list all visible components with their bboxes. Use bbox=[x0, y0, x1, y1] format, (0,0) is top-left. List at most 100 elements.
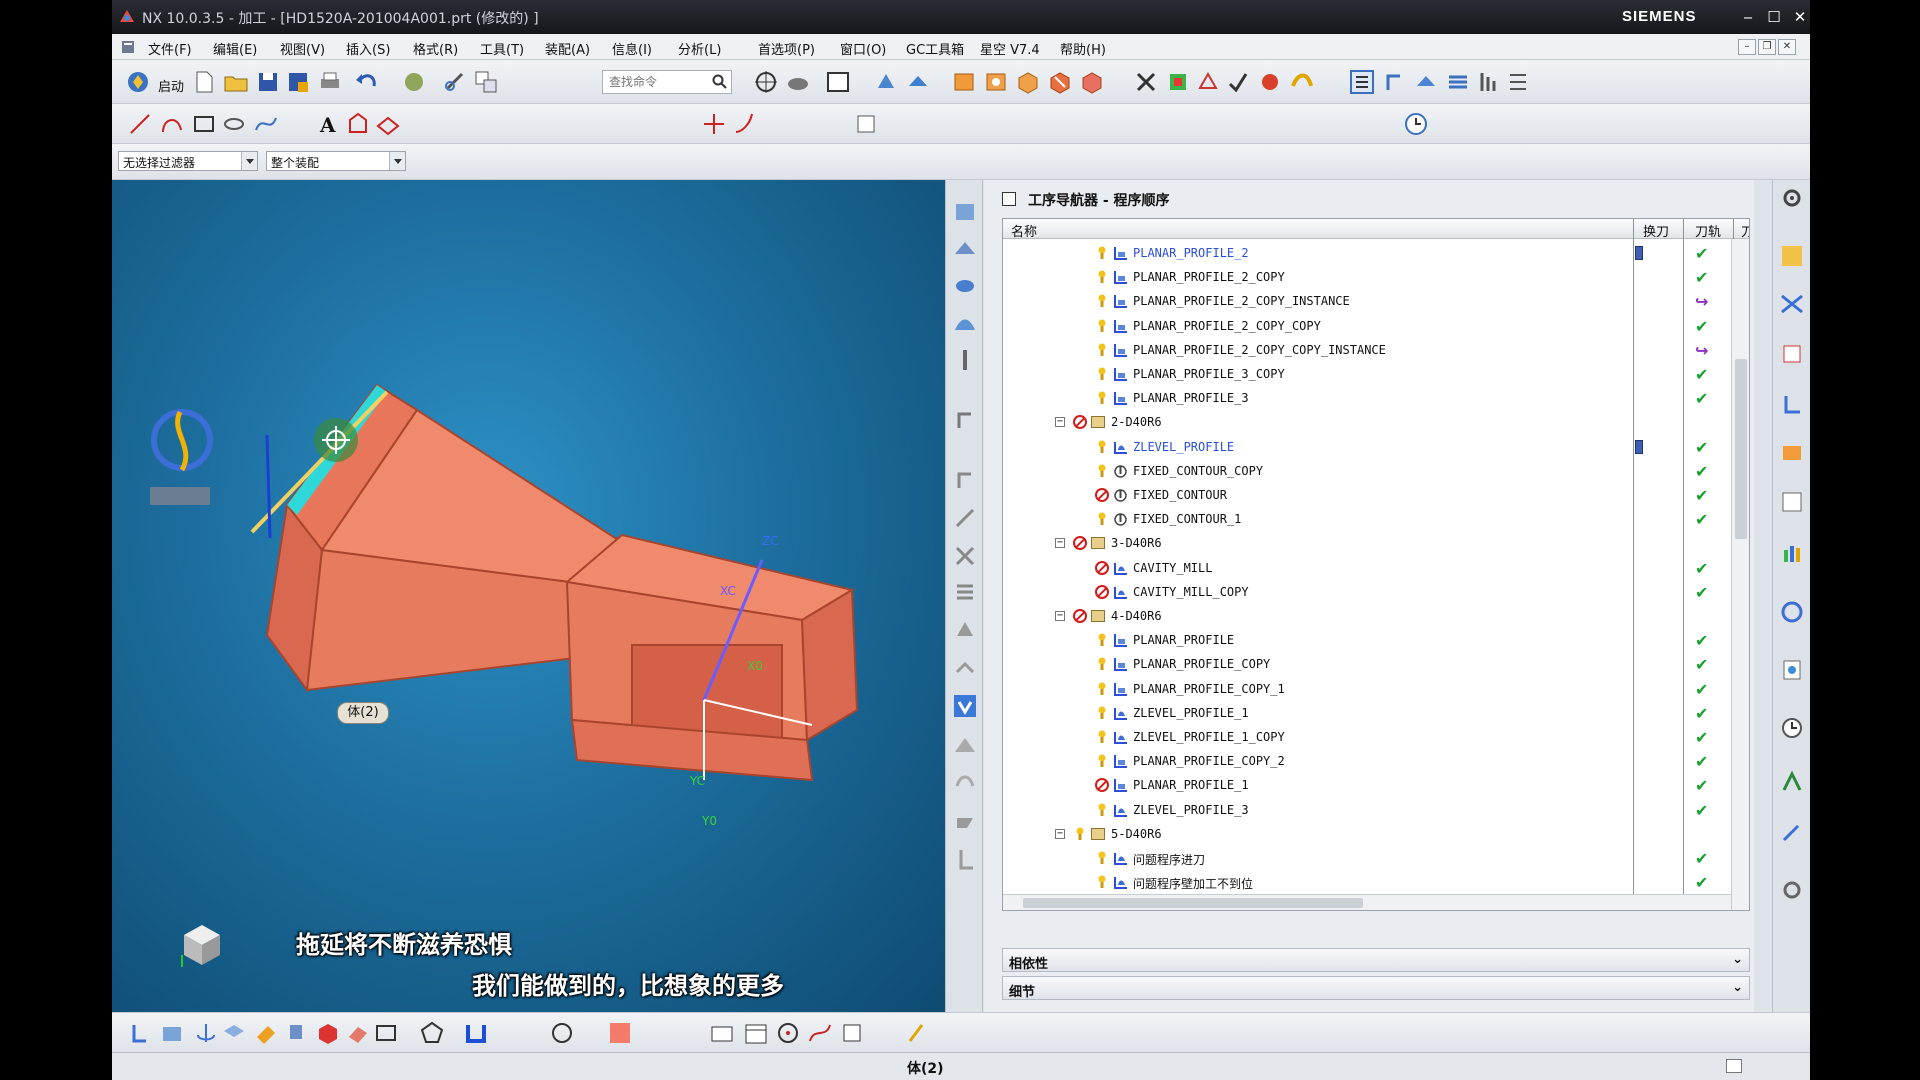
tool-path-edit-icon[interactable] bbox=[951, 406, 979, 434]
menu-format[interactable]: 格式(R) bbox=[413, 39, 458, 58]
arc-icon[interactable] bbox=[158, 110, 186, 138]
new-file-icon[interactable] bbox=[190, 68, 218, 96]
menu-info[interactable]: 信息(I) bbox=[612, 39, 652, 58]
simulate-icon[interactable] bbox=[1256, 68, 1284, 96]
reuse-library-tab-icon[interactable] bbox=[1778, 438, 1806, 466]
offset-curve-icon[interactable] bbox=[344, 110, 372, 138]
link-icon[interactable] bbox=[442, 68, 470, 96]
project-curve-icon[interactable] bbox=[374, 110, 402, 138]
solid-body-icon[interactable] bbox=[314, 1019, 342, 1047]
menu-assembly[interactable]: 装配(A) bbox=[545, 39, 590, 58]
app-menu-icon[interactable] bbox=[120, 39, 136, 55]
operation-row[interactable]: FIXED_CONTOUR_COPY ✔ bbox=[1003, 459, 1731, 483]
menu-window[interactable]: 窗口(O) bbox=[840, 39, 886, 58]
calendar-icon[interactable] bbox=[742, 1019, 770, 1047]
geometry-view-icon[interactable] bbox=[1412, 68, 1440, 96]
save-icon[interactable] bbox=[254, 68, 282, 96]
menu-gc-toolbox[interactable]: GC工具箱 bbox=[906, 39, 964, 58]
sheet-body-icon[interactable] bbox=[344, 1019, 372, 1047]
operation-row[interactable]: FIXED_CONTOUR ✔ bbox=[1003, 483, 1731, 507]
tree-horizontal-scrollbar[interactable] bbox=[1003, 894, 1731, 910]
machine-tool-view-icon[interactable] bbox=[1380, 68, 1408, 96]
tool-path-check-icon[interactable] bbox=[951, 654, 979, 682]
verify-icon[interactable] bbox=[1224, 68, 1252, 96]
operation-row[interactable]: 问题程序壁加工不到位 ✔ bbox=[1003, 870, 1731, 894]
target-icon[interactable] bbox=[774, 1019, 802, 1047]
menu-view[interactable]: 视图(V) bbox=[280, 39, 325, 58]
operation-row[interactable]: PLANAR_PROFILE_COPY ✔ bbox=[1003, 652, 1731, 676]
tree-vertical-scrollbar[interactable] bbox=[1731, 239, 1749, 910]
operation-row[interactable]: PLANAR_PROFILE_2 ✔ bbox=[1003, 241, 1731, 265]
sphere-icon[interactable] bbox=[400, 68, 428, 96]
column-header-toolchange[interactable]: 换刀 bbox=[1643, 221, 1669, 240]
status-indicator-icon[interactable] bbox=[1726, 1059, 1742, 1073]
part-model[interactable]: XC YC ZC X0 Y0 bbox=[112, 180, 945, 1012]
minimize-button[interactable]: ‒ bbox=[1736, 6, 1760, 28]
mdi-minimize-button[interactable]: – bbox=[1738, 39, 1756, 55]
stamp-icon[interactable] bbox=[282, 1019, 310, 1047]
program-group-row[interactable]: − 3-D40R6 bbox=[1003, 531, 1731, 555]
import-part-icon[interactable] bbox=[126, 1019, 154, 1047]
create-program-icon[interactable] bbox=[950, 68, 978, 96]
details-section[interactable]: 细节 ⌄ bbox=[1002, 976, 1750, 1000]
text-icon[interactable]: A bbox=[314, 110, 342, 138]
search-icon[interactable] bbox=[712, 74, 728, 90]
cam-tools-tab-icon[interactable] bbox=[1778, 820, 1806, 848]
operation-row[interactable]: PLANAR_PROFILE_COPY_2 ✔ bbox=[1003, 749, 1731, 773]
helix-icon[interactable] bbox=[220, 110, 248, 138]
resource-bar-icon[interactable] bbox=[951, 198, 979, 226]
mill-planar-icon[interactable] bbox=[951, 234, 979, 262]
feature-icon[interactable] bbox=[852, 110, 880, 138]
settings-tab-icon[interactable] bbox=[1778, 876, 1806, 904]
feature-select-icon[interactable] bbox=[902, 1019, 930, 1047]
tool-path-transform-icon[interactable] bbox=[951, 466, 979, 494]
scroll-thumb[interactable] bbox=[1735, 359, 1747, 539]
extend-curve-icon[interactable] bbox=[732, 110, 760, 138]
assembly-icon[interactable] bbox=[904, 68, 932, 96]
circle-icon[interactable] bbox=[548, 1019, 576, 1047]
start-label[interactable]: 启动 bbox=[158, 76, 184, 95]
menu-edit[interactable]: 编辑(E) bbox=[213, 39, 257, 58]
tool-path-replay-icon[interactable] bbox=[951, 616, 979, 644]
system-materials-tab-icon[interactable] bbox=[1778, 656, 1806, 684]
operation-row[interactable]: CAVITY_MILL_COPY ✔ bbox=[1003, 580, 1731, 604]
program-order-view-icon[interactable] bbox=[1348, 68, 1376, 96]
operation-navigator-tab-icon[interactable] bbox=[1778, 242, 1806, 270]
delete-icon[interactable] bbox=[1132, 68, 1160, 96]
save-as-icon[interactable] bbox=[284, 68, 312, 96]
part-navigator-tab-icon[interactable] bbox=[1778, 340, 1806, 368]
clock-icon[interactable] bbox=[1402, 110, 1430, 138]
menu-xingkong[interactable]: 星空 V7.4 bbox=[980, 39, 1040, 58]
mdi-restore-button[interactable]: ❐ bbox=[1758, 39, 1776, 55]
selection-filter-select[interactable]: 无选择过滤器 bbox=[118, 151, 258, 171]
maximize-button[interactable]: ☐ bbox=[1762, 6, 1786, 28]
polygon-select-icon[interactable] bbox=[418, 1019, 446, 1047]
operation-row[interactable]: ZLEVEL_PROFILE ✔ bbox=[1003, 435, 1731, 459]
assembly-scope-select[interactable]: 整个装配 bbox=[266, 151, 406, 171]
generate-toolpath-icon[interactable] bbox=[1164, 68, 1192, 96]
navigator-pin-checkbox[interactable] bbox=[1002, 192, 1016, 206]
graphics-viewport[interactable]: XC YC ZC X0 Y0 体(2) 拖延将不断滋养恐惧 我们能做到的，比想象… bbox=[112, 180, 945, 1012]
program-group-row[interactable]: − 5-D40R6 bbox=[1003, 822, 1731, 846]
chevron-down-icon[interactable]: ⌄ bbox=[1732, 952, 1743, 967]
operation-row[interactable]: FIXED_CONTOUR_1 ✔ bbox=[1003, 507, 1731, 531]
chevron-down-icon[interactable]: ⌄ bbox=[1732, 980, 1743, 995]
drill-icon[interactable] bbox=[951, 346, 979, 374]
column-header-name[interactable]: 名称 bbox=[1011, 221, 1037, 240]
menu-help[interactable]: 帮助(H) bbox=[1060, 39, 1106, 58]
sort-icon[interactable] bbox=[1474, 68, 1502, 96]
window-arrange-icon[interactable] bbox=[472, 68, 500, 96]
snap-point-icon[interactable] bbox=[606, 1019, 634, 1047]
mdi-close-button[interactable]: ✕ bbox=[1778, 39, 1796, 55]
post-output-icon[interactable] bbox=[951, 766, 979, 794]
list-icon[interactable] bbox=[1504, 68, 1532, 96]
operation-row[interactable]: PLANAR_PROFILE_2_COPY ✔ bbox=[1003, 265, 1731, 289]
anchor-icon[interactable] bbox=[192, 1019, 220, 1047]
mill-surface-icon[interactable] bbox=[951, 308, 979, 336]
menu-tools[interactable]: 工具(T) bbox=[480, 39, 524, 58]
line-icon[interactable] bbox=[126, 110, 154, 138]
hd3d-tools-tab-icon[interactable] bbox=[1778, 488, 1806, 516]
process-studio-tab-icon[interactable] bbox=[1778, 714, 1806, 742]
grid-icon[interactable] bbox=[708, 1019, 736, 1047]
view-triad-icon[interactable] bbox=[172, 915, 232, 975]
